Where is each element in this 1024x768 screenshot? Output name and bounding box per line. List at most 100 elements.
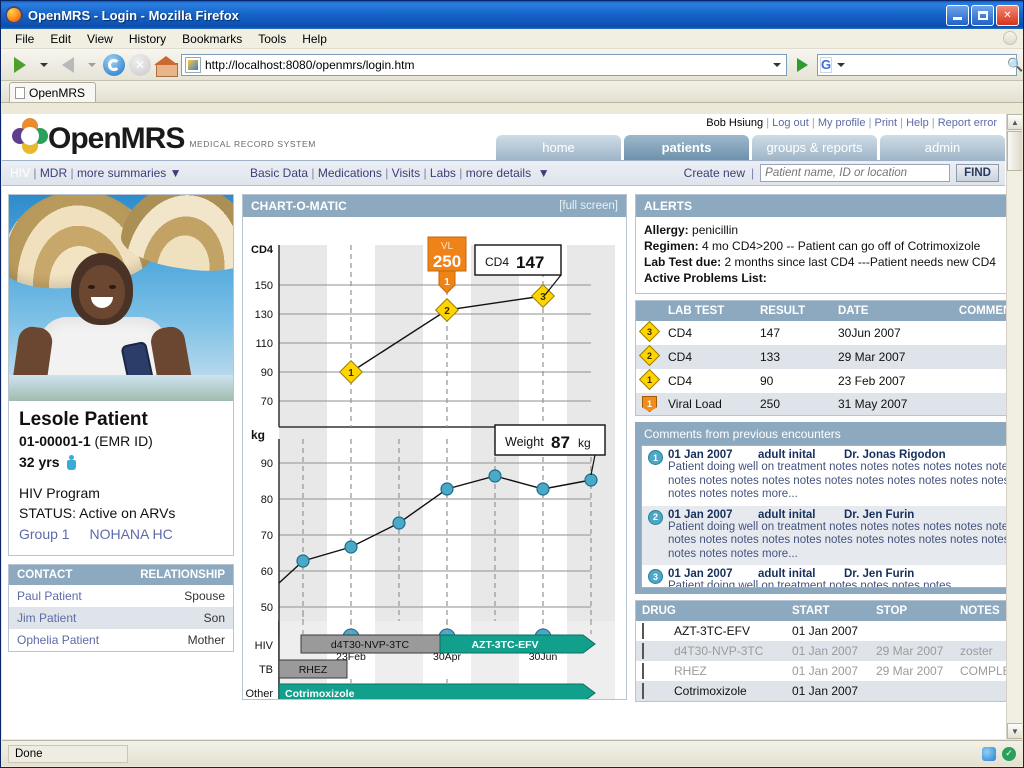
tab-groups-reports[interactable]: groups & reports: [752, 135, 877, 160]
comments-list[interactable]: 1 01 Jan 2007 adult inital Dr. Jonas Rig…: [641, 445, 1022, 588]
alert-problems: Active Problems List:: [644, 270, 1022, 286]
close-button[interactable]: ✕: [996, 5, 1019, 26]
patient-search-input[interactable]: [760, 164, 950, 182]
menu-history[interactable]: History: [121, 30, 174, 48]
back-dropdown-icon[interactable]: [40, 63, 48, 67]
logout-link[interactable]: Log out: [772, 117, 809, 129]
table-row[interactable]: AZT-3TC-EFV 01 Jan 2007: [636, 621, 1022, 641]
scroll-up-icon[interactable]: ▲: [1007, 114, 1022, 130]
contact-name[interactable]: Jim Patient: [17, 611, 76, 625]
lab-test-name: CD4: [668, 350, 760, 364]
search-icon[interactable]: 🔍: [1007, 57, 1023, 73]
contacts-col-relationship: RELATIONSHIP: [140, 569, 225, 581]
browser-search-input[interactable]: [848, 57, 1007, 73]
report-error-link[interactable]: Report error: [938, 117, 997, 129]
list-item[interactable]: 3 01 Jan 2007 adult inital Dr. Jen Furin…: [642, 565, 1022, 588]
subnav-more-summaries[interactable]: more summaries: [77, 166, 166, 180]
alerts-panel: ALERTS Allergy: penicillin Regimen: 4 mo…: [635, 194, 1022, 294]
table-row[interactable]: Jim Patient Son: [9, 607, 233, 629]
lab-test-name: CD4: [668, 374, 760, 388]
subnav-visits[interactable]: Visits: [392, 166, 420, 180]
tab-home[interactable]: home: [496, 135, 621, 160]
menu-file[interactable]: File: [7, 30, 42, 48]
drug-color-swatch: [642, 624, 674, 638]
forward-dropdown-icon[interactable]: [88, 63, 96, 67]
more-summaries-chevron-down-icon[interactable]: ▼: [166, 166, 181, 180]
lab-result: 250: [760, 397, 838, 411]
table-row[interactable]: 3 CD4 147 30Jun 2007: [636, 321, 1022, 345]
url-text: http://localhost:8080/openmrs/login.htm: [205, 58, 770, 72]
maximize-button[interactable]: [971, 5, 994, 26]
subnav-labs[interactable]: Labs: [430, 166, 456, 180]
address-bar[interactable]: http://localhost:8080/openmrs/login.htm: [181, 54, 787, 76]
tab-patients[interactable]: patients: [624, 135, 749, 160]
table-row[interactable]: 1 Viral Load 250 31 May 2007: [636, 393, 1022, 415]
comment-more-link[interactable]: more...: [762, 488, 798, 500]
menu-extension-icon[interactable]: [1003, 31, 1017, 45]
home-icon[interactable]: [155, 55, 177, 75]
table-row[interactable]: RHEZ 01 Jan 2007 29 Mar 2007 COMPLETE: [636, 661, 1022, 681]
subnav-mdr[interactable]: MDR: [40, 166, 67, 180]
openmrs-logo[interactable]: OpenMRS MEDICAL RECORD SYSTEM: [12, 118, 316, 154]
patient-group-link[interactable]: Group 1: [19, 526, 70, 542]
list-item[interactable]: 1 01 Jan 2007 adult inital Dr. Jonas Rig…: [642, 446, 1022, 506]
table-row[interactable]: Paul Patient Spouse: [9, 585, 233, 607]
full-screen-link[interactable]: [full screen]: [559, 200, 618, 212]
table-row[interactable]: Ophelia Patient Mother: [9, 629, 233, 651]
alert-regimen: Regimen: 4 mo CD4>200 -- Patient can go …: [644, 238, 1022, 254]
contact-name[interactable]: Paul Patient: [17, 589, 82, 603]
forward-button[interactable]: [55, 53, 81, 77]
patient-search-area: Create new | FIND: [684, 164, 999, 182]
find-button[interactable]: FIND: [956, 164, 999, 182]
secure-icon[interactable]: ✓: [1002, 747, 1016, 761]
menu-view[interactable]: View: [79, 30, 121, 48]
network-icon[interactable]: [982, 747, 996, 761]
browser-search-box[interactable]: G 🔍: [817, 54, 1017, 76]
address-dropdown-icon[interactable]: [770, 63, 784, 67]
chart-panel-title: CHART-O-MATIC: [251, 199, 347, 213]
go-button[interactable]: [791, 54, 813, 76]
subnav-more-details[interactable]: more details: [466, 166, 531, 180]
svg-text:150: 150: [255, 280, 273, 292]
stop-icon[interactable]: [129, 54, 151, 76]
patient-location-link[interactable]: NOHANA HC: [89, 526, 172, 542]
drug-name: RHEZ: [674, 664, 792, 678]
help-link[interactable]: Help: [906, 117, 929, 129]
list-item[interactable]: 2 01 Jan 2007 adult inital Dr. Jen Furin…: [642, 506, 1022, 566]
minimize-button[interactable]: [946, 5, 969, 26]
chart-canvas[interactable]: CD4 150 130 110 90: [243, 217, 626, 699]
subnav-hiv[interactable]: HIV: [10, 166, 30, 180]
contacts-table: CONTACT RELATIONSHIP Paul Patient Spouse…: [8, 564, 234, 652]
comment-more-link[interactable]: more...: [762, 548, 798, 560]
lab-col-result: RESULT: [760, 305, 838, 317]
tab-admin[interactable]: admin: [880, 135, 1005, 160]
firefox-icon: [5, 6, 23, 24]
table-row[interactable]: 1 CD4 90 23 Feb 2007: [636, 369, 1022, 393]
back-button[interactable]: [7, 53, 33, 77]
lab-table-header: LAB TEST RESULT DATE COMMENTS: [636, 301, 1022, 321]
contact-name[interactable]: Ophelia Patient: [17, 633, 99, 647]
subnav-basic-data[interactable]: Basic Data: [250, 166, 308, 180]
more-details-chevron-down-icon[interactable]: ▼: [534, 166, 549, 180]
menu-help[interactable]: Help: [294, 30, 335, 48]
browser-tab-openmrs[interactable]: OpenMRS: [9, 82, 96, 102]
table-row[interactable]: Cotrimoxizole 01 Jan 2007: [636, 681, 1022, 701]
contacts-table-header: CONTACT RELATIONSHIP: [9, 565, 233, 585]
table-row[interactable]: 2 CD4 133 29 Mar 2007: [636, 345, 1022, 369]
reload-icon[interactable]: [103, 54, 125, 76]
menu-bookmarks[interactable]: Bookmarks: [174, 30, 250, 48]
subnav-medications[interactable]: Medications: [318, 166, 382, 180]
lab-marker-diamond-icon: 2: [642, 348, 668, 366]
menu-edit[interactable]: Edit: [42, 30, 79, 48]
my-profile-link[interactable]: My profile: [818, 117, 866, 129]
table-row[interactable]: d4T30-NVP-3TC 01 Jan 2007 29 Mar 2007 zo…: [636, 641, 1022, 661]
create-new-link[interactable]: Create new: [684, 166, 745, 180]
print-link[interactable]: Print: [874, 117, 897, 129]
page-scrollbar[interactable]: ▲ ▼: [1006, 114, 1022, 739]
google-icon[interactable]: G: [820, 57, 832, 73]
lab-marker-diamond-icon: 1: [642, 372, 668, 390]
scroll-down-icon[interactable]: ▼: [1007, 723, 1022, 739]
menu-tools[interactable]: Tools: [250, 30, 294, 48]
scroll-thumb[interactable]: [1007, 131, 1022, 171]
search-engine-dropdown-icon[interactable]: [837, 63, 845, 67]
